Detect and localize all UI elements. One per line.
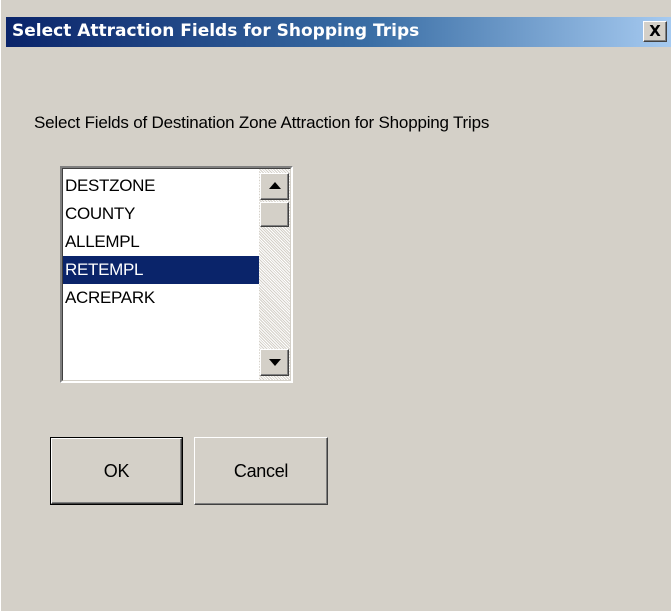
field-prompt-label: Select Fields of Destination Zone Attrac… — [34, 113, 490, 132]
list-item[interactable]: ALLEMPL — [63, 228, 259, 256]
vertical-scrollbar[interactable] — [259, 169, 290, 380]
close-button[interactable]: X — [643, 21, 667, 42]
close-icon: X — [649, 22, 661, 40]
ok-button[interactable]: OK — [50, 437, 183, 505]
list-item[interactable]: ACREPARK — [63, 284, 259, 312]
scroll-thumb[interactable] — [260, 202, 289, 227]
window-frame — [0, 0, 6, 611]
window-title: Select Attraction Fields for Shopping Tr… — [12, 21, 420, 41]
cancel-button-label: Cancel — [233, 460, 289, 481]
ok-button-label: OK — [103, 460, 130, 481]
scroll-down-button[interactable] — [260, 349, 289, 376]
title-bar[interactable]: Select Attraction Fields for Shopping Tr… — [6, 17, 671, 47]
list-item-selected[interactable]: RETEMPL — [63, 256, 259, 284]
cancel-button[interactable]: Cancel — [194, 437, 328, 505]
field-listbox[interactable]: DESTZONE COUNTY ALLEMPL RETEMPL ACREPARK — [60, 166, 293, 383]
arrow-up-icon — [269, 182, 281, 189]
listbox-items: DESTZONE COUNTY ALLEMPL RETEMPL ACREPARK — [63, 172, 259, 312]
list-item[interactable]: DESTZONE — [63, 172, 259, 200]
listbox-frame: DESTZONE COUNTY ALLEMPL RETEMPL ACREPARK — [62, 168, 291, 381]
dialog-window: Select Attraction Fields for Shopping Tr… — [0, 0, 671, 611]
list-item[interactable]: COUNTY — [63, 200, 259, 228]
arrow-down-icon — [269, 359, 281, 366]
scroll-up-button[interactable] — [260, 173, 289, 200]
